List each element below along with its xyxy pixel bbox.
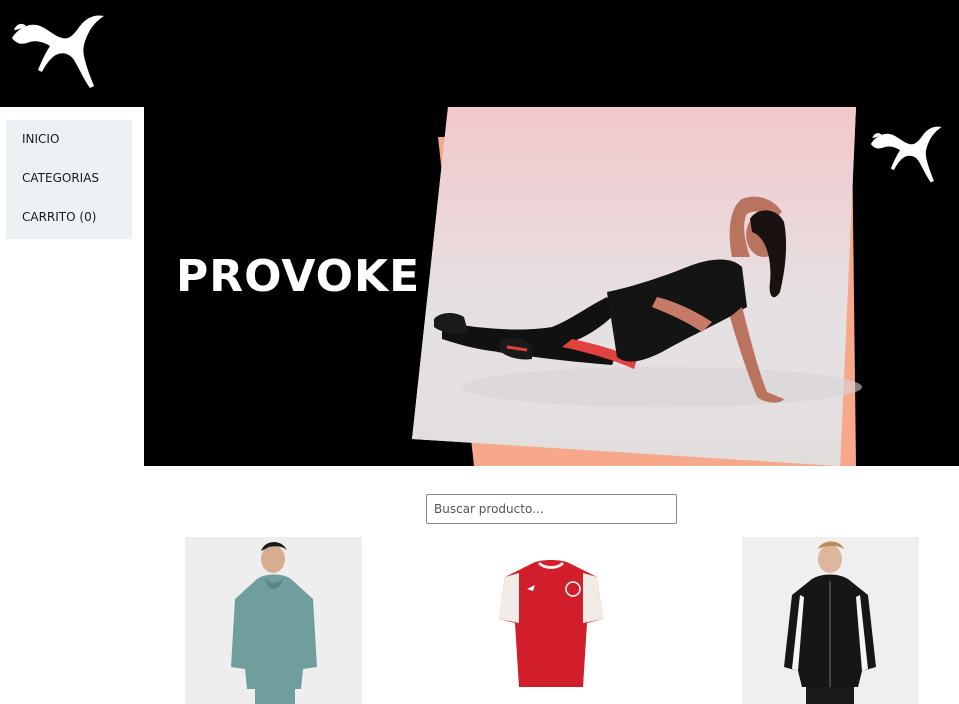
header-bar xyxy=(0,0,959,107)
puma-logo-icon[interactable] xyxy=(10,12,108,90)
puma-logo-icon xyxy=(870,126,942,183)
woman-in-sportswear-photo xyxy=(412,107,862,466)
nav-item-inicio[interactable]: INICIO xyxy=(6,120,132,159)
product-card[interactable] xyxy=(742,537,919,704)
black-track-jacket-photo xyxy=(742,537,919,704)
hero-banner[interactable]: PROVOKE xyxy=(144,107,959,466)
product-card[interactable] xyxy=(185,537,362,704)
nav-item-carrito[interactable]: CARRITO (0) xyxy=(6,198,132,237)
product-card[interactable] xyxy=(463,537,640,704)
side-nav: INICIO CATEGORIAS CARRITO (0) xyxy=(6,120,132,239)
hero-title: PROVOKE xyxy=(176,251,421,302)
nav-item-categorias[interactable]: CATEGORIAS xyxy=(6,159,132,198)
search-input[interactable] xyxy=(426,494,677,524)
teal-hoodie-photo xyxy=(185,537,362,704)
red-jersey-photo xyxy=(463,537,640,704)
